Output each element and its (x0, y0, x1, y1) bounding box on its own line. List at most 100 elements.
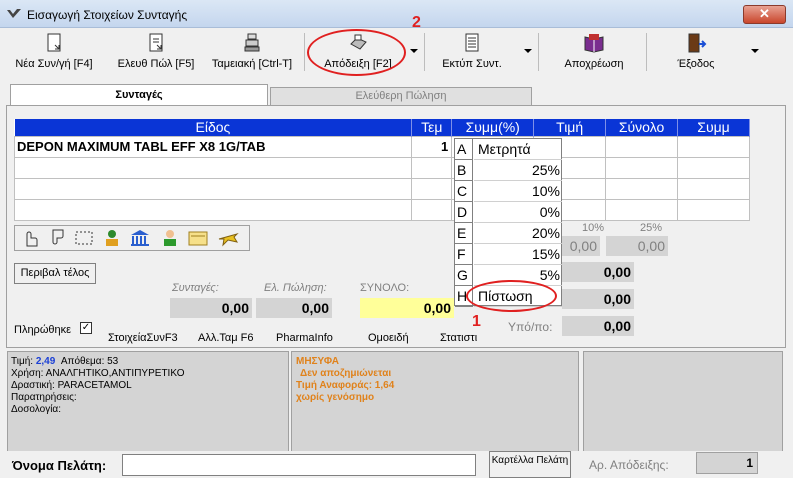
cash-register-button[interactable]: Ταμειακή [Ctrl-T] (204, 32, 300, 74)
chevron-down-icon[interactable] (410, 49, 418, 53)
menu-item[interactable]: F 15% (455, 244, 563, 265)
cash-register-icon (244, 33, 260, 52)
select-box-icon[interactable] (73, 228, 95, 248)
tab-free-sale[interactable]: Ελεύθερη Πώληση (270, 87, 532, 106)
summary-value: 0,00 (562, 262, 634, 282)
airplane-icon[interactable] (217, 228, 239, 248)
items-table: Είδος Τεμ Συμμ(%) Τιμή Σύνολο Συμμ DEPON… (13, 119, 750, 221)
menu-item-key: E (455, 223, 473, 244)
close-button[interactable]: ✕ (743, 5, 786, 24)
free-sale-button[interactable]: Ελευθ Πώλ [F5] (110, 32, 202, 74)
tab-prescriptions[interactable]: Συνταγές (10, 84, 268, 106)
doctor-icon[interactable] (159, 228, 181, 248)
link-statistics[interactable]: Στατιστι (440, 332, 477, 344)
exit-button[interactable]: Έξοδος (656, 32, 736, 74)
paid-label: Πληρώθηκε (14, 324, 72, 336)
column-header[interactable]: Είδος (14, 119, 413, 136)
menu-item[interactable]: C 10% (455, 181, 563, 202)
book-icon (584, 34, 604, 53)
new-prescription-button[interactable]: Νέα Συν/γή [F4] (6, 32, 102, 74)
column-header[interactable]: Σύνολο (605, 119, 679, 136)
free-sale-icon (149, 33, 163, 52)
table-cell[interactable] (605, 156, 679, 179)
table-row[interactable] (13, 198, 750, 221)
table-cell[interactable] (411, 156, 453, 179)
table-header-row: Είδος Τεμ Συμμ(%) Τιμή Σύνολο Συμμ (14, 119, 750, 136)
hand-down-icon[interactable] (45, 228, 67, 248)
table-cell[interactable] (605, 177, 679, 200)
table-row[interactable] (13, 177, 750, 200)
column-header[interactable]: Συμμ (677, 119, 750, 136)
link-change-register[interactable]: Αλλ.Ταμ F6 (198, 332, 254, 344)
quantity-cell[interactable]: 1 (411, 135, 453, 158)
table-row[interactable]: DEPON MAXIMUM TABL EFF X8 1G/TAB 1 (13, 135, 750, 158)
toolbar-label: Εκτύπ Συντ. (442, 58, 502, 70)
debit-button[interactable]: Αποχρέωση (552, 32, 636, 74)
chevron-down-icon[interactable] (524, 49, 532, 53)
menu-item[interactable]: B 25% (455, 160, 563, 181)
pct10-value: 0,00 (562, 236, 600, 256)
substance-text: Δραστική: PARACETAMOL (11, 380, 132, 391)
menu-item-key: F (455, 244, 473, 265)
menu-item-key: A (455, 139, 473, 160)
hand-pointer-icon[interactable] (19, 228, 41, 248)
free-sale-value: 0,00 (256, 298, 332, 318)
free-sale-label: Ελ. Πώληση: (264, 282, 327, 294)
toolbar-separator (304, 33, 305, 71)
info-line: ΜΗΣΥΦΑ (296, 356, 340, 367)
table-cell[interactable] (13, 156, 413, 179)
menu-item[interactable]: D 0% (455, 202, 563, 223)
table-row[interactable] (13, 156, 750, 179)
customer-name-input[interactable] (122, 454, 476, 476)
annotation-circle (466, 280, 557, 312)
application-window: Εισαγωγή Στοιχείων Συνταγής ✕ Νέα Συν/γή… (0, 0, 793, 478)
chevron-down-icon[interactable] (751, 49, 759, 53)
exit-door-icon (688, 33, 707, 53)
toolbar-separator (538, 33, 539, 71)
action-icon-bar (14, 225, 250, 251)
balance-value: 0,00 (562, 316, 634, 336)
table-cell[interactable] (677, 198, 750, 221)
balance-label: Υπό/πο: (508, 320, 553, 334)
window-title: Εισαγωγή Στοιχείων Συνταγής (27, 8, 188, 22)
person-icon[interactable] (101, 228, 123, 248)
annotation-number: 1 (472, 313, 481, 330)
menu-item[interactable]: A Μετρητά (455, 139, 563, 160)
print-list-icon (465, 33, 479, 52)
link-customer-info[interactable]: ΣτοιχείαΣυνF3 (108, 332, 178, 344)
print-prescription-button[interactable]: Εκτύπ Συντ. (430, 32, 514, 74)
link-similar[interactable]: Ομοειδή (368, 332, 409, 344)
table-cell[interactable] (605, 135, 679, 158)
tab-strip: Συνταγές Ελεύθερη Πώληση (0, 84, 793, 106)
link-pharmainfo[interactable]: PharmaInfo (276, 332, 333, 344)
toolbar-label: Ελευθ Πώλ [F5] (117, 58, 195, 70)
annotation-circle (307, 29, 406, 76)
table-cell[interactable] (677, 156, 750, 179)
card-icon[interactable] (187, 228, 209, 248)
column-header[interactable]: Τεμ (411, 119, 453, 136)
toolbar-label: Νέα Συν/γή [F4] (15, 58, 93, 70)
column-header[interactable]: Τιμή (533, 119, 607, 136)
table-cell[interactable] (13, 198, 413, 221)
column-header[interactable]: Συμμ(%) (451, 119, 535, 136)
menu-item-value: 15% (474, 244, 562, 265)
item-name-cell[interactable]: DEPON MAXIMUM TABL EFF X8 1G/TAB (13, 135, 413, 158)
price-value: 2,49 (35, 356, 56, 367)
table-cell[interactable] (677, 135, 750, 158)
table-cell[interactable] (13, 177, 413, 200)
bank-icon[interactable] (129, 228, 151, 248)
table-cell[interactable] (605, 198, 679, 221)
customer-card-button[interactable]: Καρτέλλα Πελάτη (489, 451, 571, 478)
environment-fee-button[interactable]: Περιβαλ τέλος (14, 263, 96, 284)
prescriptions-value: 0,00 (170, 298, 252, 318)
notes-text: Παρατηρήσεις: (11, 392, 77, 403)
table-cell[interactable] (411, 177, 453, 200)
table-cell[interactable] (411, 198, 453, 221)
pct10-label: 10% (582, 222, 605, 234)
product-info-panel: Τιμή: 2,49 Απόθεμα: 53 Χρήση: ΑΝΑΛΓΗΤΙΚΟ… (7, 351, 289, 464)
paid-checkbox[interactable]: ✓ (80, 322, 92, 334)
menu-item[interactable]: E 20% (455, 223, 563, 244)
app-icon (7, 9, 21, 18)
customer-name-label: Όνομα Πελάτη: (12, 458, 107, 473)
table-cell[interactable] (677, 177, 750, 200)
